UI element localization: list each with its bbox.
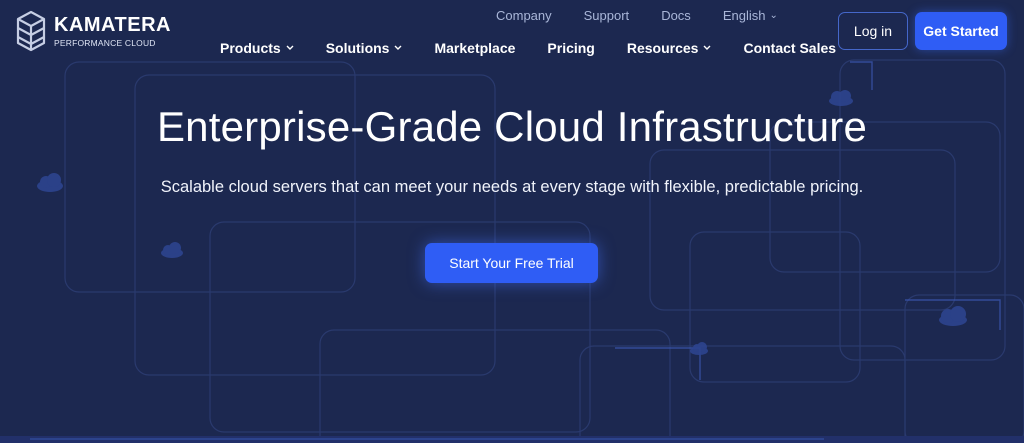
language-label: English	[722, 8, 766, 23]
start-free-trial-button[interactable]: Start Your Free Trial	[425, 243, 598, 283]
chevron-down-icon	[703, 45, 711, 50]
company-link[interactable]: Company	[480, 8, 568, 23]
nav-products[interactable]: Products	[204, 40, 310, 56]
chevron-down-icon	[286, 45, 294, 50]
login-button[interactable]: Log in	[838, 12, 908, 50]
nav-contact-sales-label: Contact Sales	[743, 40, 837, 56]
chevron-down-icon: ⌄	[769, 9, 778, 21]
nav-resources-label: Resources	[626, 40, 699, 56]
nav-contact-sales[interactable]: Contact Sales	[727, 40, 852, 56]
nav-marketplace-label: Marketplace	[434, 40, 516, 56]
brand-logo[interactable]: KAMATERA PERFORMANCE CLOUD	[16, 10, 171, 52]
cloud-icon	[161, 242, 183, 258]
get-started-button[interactable]: Get Started	[915, 12, 1007, 50]
brand-tagline: PERFORMANCE CLOUD	[54, 37, 156, 48]
nav-products-label: Products	[220, 40, 281, 56]
main-nav: Products Solutions Marketplace Pricing R…	[204, 40, 852, 56]
nav-marketplace[interactable]: Marketplace	[418, 40, 531, 56]
cloud-icon	[939, 306, 967, 326]
kamatera-logo-icon	[16, 10, 46, 52]
hero-subtitle: Scalable cloud servers that can meet you…	[160, 178, 864, 196]
chevron-down-icon	[394, 45, 402, 50]
nav-resources[interactable]: Resources	[611, 40, 728, 56]
support-link[interactable]: Support	[568, 8, 646, 23]
docs-link[interactable]: Docs	[645, 8, 707, 23]
nav-solutions[interactable]: Solutions	[310, 40, 419, 56]
nav-solutions-label: Solutions	[325, 40, 390, 56]
bottom-accent-strip	[0, 436, 1024, 443]
hero-title: Enterprise-Grade Cloud Infrastructure	[156, 103, 868, 150]
cloud-icon	[690, 342, 708, 355]
brand-name: KAMATERA	[54, 13, 171, 36]
nav-pricing[interactable]: Pricing	[531, 40, 610, 56]
utility-nav: Company Support Docs English ⌄	[480, 8, 794, 23]
background-decoration	[37, 59, 1024, 443]
nav-pricing-label: Pricing	[547, 40, 595, 56]
language-selector[interactable]: English ⌄	[707, 8, 794, 23]
